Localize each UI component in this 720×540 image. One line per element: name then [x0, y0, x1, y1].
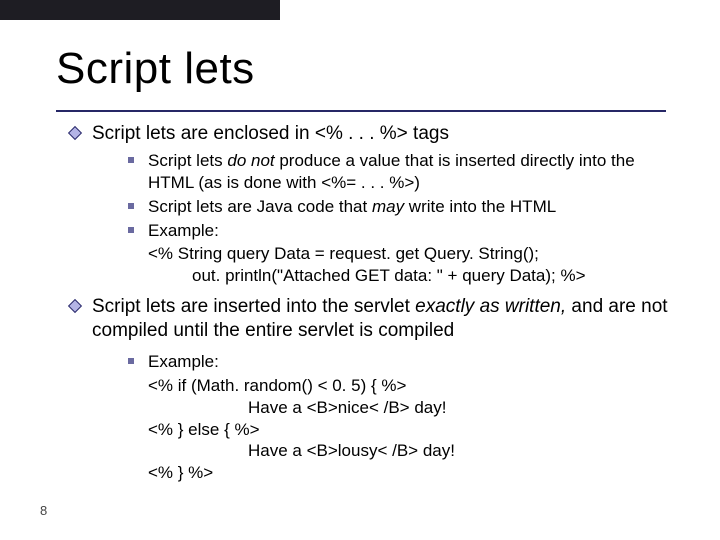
code-tag: <%= . . . %>: [321, 173, 414, 192]
example-label: Example:: [148, 352, 219, 371]
code-line: Have a <B>lousy< /B> day!: [148, 440, 670, 462]
text: Script lets are inserted into the servle…: [92, 296, 415, 317]
bullet-enclosed-tags: Script lets are enclosed in <% . . . %> …: [70, 122, 670, 287]
code-block: <% String query Data = request. get Quer…: [148, 243, 670, 287]
text: write into the HTML: [404, 197, 556, 216]
code-line: <% if (Math. random() < 0. 5) { %>: [148, 376, 406, 395]
emphasis-do-not: do not: [227, 151, 274, 170]
text: Script lets: [148, 151, 227, 170]
page-number: 8: [40, 503, 47, 518]
example-label: Example:: [148, 221, 219, 240]
subbullet-example-2: Example: <% if (Math. random() < 0. 5) {…: [128, 351, 670, 484]
text: tags: [408, 123, 449, 144]
title-underline: [56, 110, 666, 112]
subbullet-java-code: Script lets are Java code that may write…: [128, 196, 670, 218]
slide-title: Script lets: [56, 44, 255, 94]
slide: Script lets Script lets are enclosed in …: [0, 0, 720, 540]
code-line: Have a <B>nice< /B> day!: [148, 397, 670, 419]
slide-body: Script lets are enclosed in <% . . . %> …: [70, 122, 670, 490]
text: ): [414, 173, 420, 192]
subbullet-example-1: Example: <% String query Data = request.…: [128, 220, 670, 287]
emphasis-may: may: [372, 197, 404, 216]
text: Script lets are Java code that: [148, 197, 372, 216]
code-line: <% } else { %>: [148, 420, 260, 439]
title-accent-bar: [0, 0, 280, 20]
code-block: <% if (Math. random() < 0. 5) { %> Have …: [148, 375, 670, 484]
emphasis-exactly: exactly as written,: [415, 296, 566, 317]
bullet-inserted-servlet: Script lets are inserted into the servle…: [70, 295, 670, 484]
code-line: out. println("Attached GET data: " + que…: [148, 265, 670, 287]
code-line: <% String query Data = request. get Quer…: [148, 244, 539, 263]
code-tag: <% . . . %>: [315, 123, 408, 144]
subbullet-do-not-produce: Script lets do not produce a value that …: [128, 150, 670, 194]
text: Script lets are enclosed in: [92, 123, 315, 144]
code-line: <% } %>: [148, 463, 213, 482]
